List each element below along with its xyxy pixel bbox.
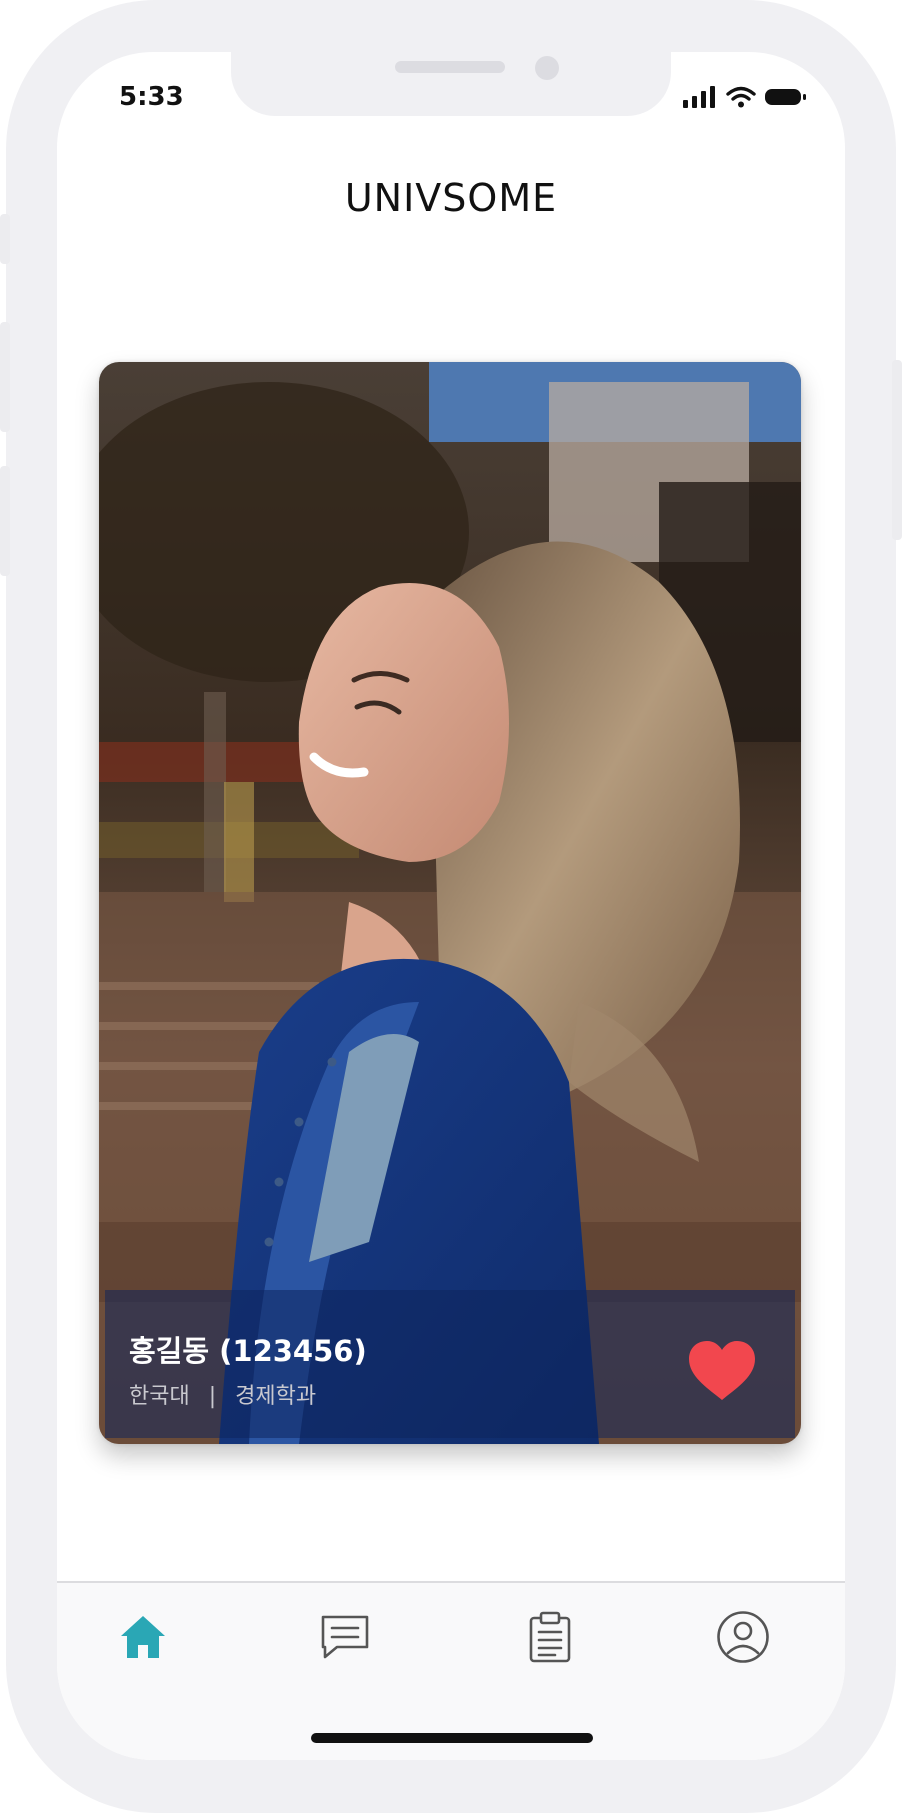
tab-profile[interactable] xyxy=(713,1607,773,1667)
side-button-silent xyxy=(0,214,10,264)
profile-department: 경제학과 xyxy=(235,1384,317,1409)
wifi-icon xyxy=(726,86,756,108)
status-icons xyxy=(683,86,807,108)
speaker xyxy=(395,61,505,73)
home-indicator[interactable] xyxy=(311,1733,593,1743)
profile-icon xyxy=(717,1611,769,1663)
side-button-power xyxy=(892,360,902,540)
clipboard-icon xyxy=(529,1611,571,1663)
chat-icon xyxy=(321,1615,369,1659)
home-icon xyxy=(121,1616,165,1658)
tab-chat[interactable] xyxy=(315,1607,375,1667)
status-time: 5:33 xyxy=(119,82,184,112)
front-camera xyxy=(535,56,559,80)
side-button-volume-up xyxy=(0,322,10,432)
profile-photo xyxy=(99,362,801,1444)
profile-meta: 한국대 | 경제학과 xyxy=(129,1378,316,1410)
phone-screen: 5:33 UNIVSOME 홍길동 (123456) 한국대 | 경제학과 xyxy=(57,52,845,1760)
battery-icon xyxy=(765,89,806,105)
tab-board[interactable] xyxy=(520,1607,580,1667)
profile-university: 한국대 xyxy=(129,1384,190,1409)
side-button-volume-down xyxy=(0,466,10,576)
notch xyxy=(231,52,671,116)
profile-info-panel: 홍길동 (123456) 한국대 | 경제학과 xyxy=(105,1290,795,1438)
profile-card[interactable]: 홍길동 (123456) 한국대 | 경제학과 xyxy=(99,362,801,1444)
profile-meta-separator: | xyxy=(208,1384,217,1409)
cellular-signal-icon xyxy=(683,86,715,108)
profile-name: 홍길동 (123456) xyxy=(129,1334,367,1368)
app-title: UNIVSOME xyxy=(344,176,558,220)
heart-icon xyxy=(689,1341,755,1400)
like-button[interactable] xyxy=(687,1340,757,1402)
tab-home[interactable] xyxy=(113,1607,173,1667)
